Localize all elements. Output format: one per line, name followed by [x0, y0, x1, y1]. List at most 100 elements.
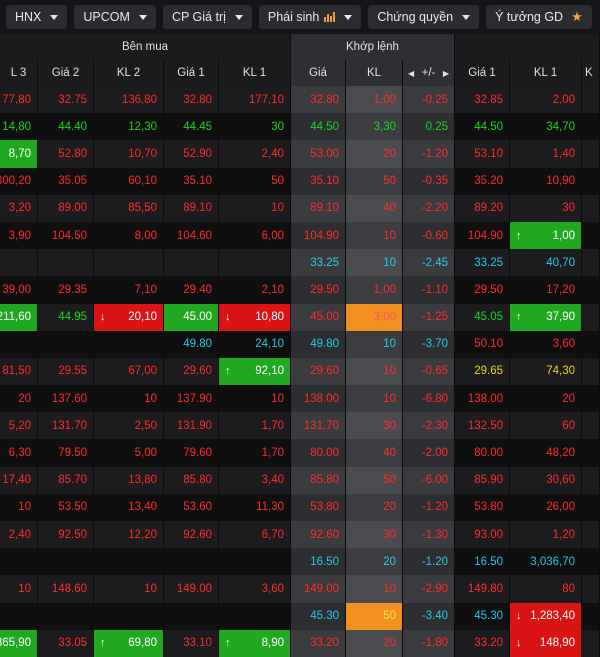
cell-value: 37,90 — [546, 311, 575, 324]
cell-value: 148,90 — [539, 637, 575, 650]
cell-sell-kl1: 1,20 — [510, 521, 582, 549]
cell-kl1: 30 — [219, 113, 291, 141]
table-row[interactable]: 10 53.50 13,40 53.60 11,30 53.80 20 -1.20 53.80 2… — [0, 493, 600, 521]
cell-sell-kl1: 3,036,70 — [510, 548, 582, 576]
cell-value: 30 — [383, 528, 396, 541]
cell-sell-gia1: 45.05 — [455, 303, 510, 331]
table-row[interactable]: 45.30 50 -3.40 45.30 ↓ 1,283,40 — [0, 602, 600, 630]
cell-kl3: 14,80 — [0, 113, 38, 141]
cell-value: 49.80 — [310, 338, 339, 351]
cell-value: 48,20 — [546, 447, 575, 460]
col-header-kl3[interactable]: L 3 — [0, 60, 38, 86]
cell-sell-gia1: 33.20 — [455, 629, 510, 657]
cell-gia2: 104.50 — [38, 221, 94, 250]
cell-value: 3,00 — [373, 311, 396, 324]
cell-value: 29.60 — [183, 365, 212, 378]
cell-change: -2.00 — [403, 439, 455, 467]
cell-match-kl: 20 — [346, 629, 403, 657]
col-header-change[interactable]: ◀ +/- ▶ — [403, 60, 455, 86]
cell-sell-kl2 — [582, 521, 600, 549]
col-header-gia1[interactable]: Giá 1 — [164, 60, 219, 86]
tab-y-tuong-gd[interactable]: Ý tưởng GD ★ — [486, 5, 592, 29]
tab-upcom[interactable]: UPCOM — [74, 5, 156, 29]
cell-value: 10 — [144, 392, 157, 405]
cell-gia1: 35.10 — [164, 167, 219, 195]
cell-value: 10,80 — [255, 311, 284, 324]
table-row[interactable]: 365,90 33.05 ↑ 69,80 33.10 ↑ 8,90 33.20 20 -1.80 3… — [0, 629, 600, 657]
cell-value: 69,80 — [128, 637, 157, 650]
table-row[interactable]: 33.25 10 -2.45 33.25 40,70 — [0, 249, 600, 277]
table-row[interactable]: 211,60 44.95 ↓ 20,10 45.00 ↓ 10,80 45.00 3,00 -1.… — [0, 303, 600, 331]
cell-sell-kl2 — [582, 548, 600, 576]
table-row[interactable]: 81,50 29.55 67,00 29.60 ↑ 92,10 29.60 10 -0.65 29… — [0, 357, 600, 386]
cell-change: -1.20 — [403, 548, 455, 576]
cell-value: 16.50 — [474, 555, 503, 568]
col-header-gia2[interactable]: Giá 2 — [38, 60, 94, 86]
col-header-kl1[interactable]: KL 1 — [219, 60, 291, 86]
table-row[interactable]: 6,30 79.50 5,00 79.60 1,70 80.00 40 -2.00 80.00 4… — [0, 439, 600, 467]
cell-value: 3,40 — [261, 474, 284, 487]
cell-value: 137.90 — [176, 392, 212, 405]
cell-gia2: 92.50 — [38, 521, 94, 549]
cell-value: 80.00 — [310, 447, 339, 460]
cell-value: 5,20 — [8, 419, 31, 432]
cell-value: 1,00 — [552, 229, 575, 242]
cell-gia2 — [38, 548, 94, 576]
cell-kl2 — [94, 330, 164, 358]
tab-phai-sinh[interactable]: Phái sinh — [258, 5, 362, 29]
cell-kl2: 12,20 — [94, 521, 164, 549]
cell-sell-kl1: 74,30 — [510, 357, 582, 386]
tab-cp-gia-tri[interactable]: CP Giá trị — [162, 5, 252, 29]
col-header-sell-gia1[interactable]: Giá 1 — [455, 60, 510, 86]
table-row[interactable]: 10 148.60 10 149.00 3,60 149.00 10 -2.90 149.80 8… — [0, 575, 600, 603]
table-row[interactable]: 39,00 29.35 7,10 29.40 2,10 29.50 1,00 -1.10 29.… — [0, 276, 600, 304]
cell-sell-kl1: ↑ 37,90 — [510, 303, 582, 331]
cell-kl1 — [219, 548, 291, 576]
col-header-kl2[interactable]: KL 2 — [94, 60, 164, 86]
cell-gia1: 104.60 — [164, 221, 219, 250]
table-row[interactable]: 3,90 104.50 8,00 104.60 6,00 104.90 10 -0.60 104… — [0, 221, 600, 250]
caret-right-icon[interactable]: ▶ — [443, 69, 449, 78]
cell-value: 45.30 — [310, 610, 339, 623]
cell-kl2: 67,00 — [94, 357, 164, 386]
cell-value: 33.10 — [183, 637, 212, 650]
cell-kl2: ↓ 20,10 — [94, 303, 164, 331]
table-row[interactable]: 8,70 52.80 10,70 52.90 2,40 53.00 20 -1.20 53.10… — [0, 140, 600, 168]
col-header-kl[interactable]: KL — [346, 60, 403, 86]
caret-left-icon[interactable]: ◀ — [408, 69, 414, 78]
table-row[interactable]: 300,20 35.05 60,10 35.10 50 35.10 50 -0.35 35.20… — [0, 167, 600, 195]
table-row[interactable]: 77,80 32.75 136,80 32.80 177,10 32.80 1,00 -0.2… — [0, 86, 600, 114]
cell-match-kl: 10 — [346, 575, 403, 603]
cell-gia1: 52.90 — [164, 140, 219, 168]
col-header-change-label: +/- — [421, 67, 436, 79]
cell-sell-kl2 — [582, 493, 600, 521]
tab-chung-quyen[interactable]: Chứng quyền — [368, 5, 480, 29]
col-header-sell-kl1[interactable]: KL 1 — [510, 60, 582, 86]
cell-value: 40 — [383, 202, 396, 215]
table-row[interactable]: 14,80 44.40 12,30 44.45 30 44.50 3,30 0.25 44.50… — [0, 113, 600, 141]
cell-sell-kl1: 26,00 — [510, 493, 582, 521]
table-row[interactable]: 49.80 24,10 49.80 10 -3.70 50.10 3,60 — [0, 330, 600, 358]
tab-hnx[interactable]: HNX — [6, 5, 68, 29]
cell-value: 50 — [271, 175, 284, 188]
cell-value: -6.00 — [421, 474, 448, 487]
cell-gia1: 79.60 — [164, 439, 219, 467]
cell-value: -0.65 — [421, 365, 448, 378]
cell-sell-kl2 — [582, 303, 600, 331]
table-row[interactable]: 3,20 89.00 85,50 89.10 10 89.10 40 -2.20 89.20 30 — [0, 194, 600, 222]
cell-kl2 — [94, 602, 164, 630]
cell-sell-gia1: 44.50 — [455, 113, 510, 141]
table-row[interactable]: 20 137.60 10 137.90 10 138.00 10 -6.80 138.00 20 — [0, 385, 600, 413]
cell-kl1: 3,60 — [219, 575, 291, 603]
cell-gia2: 29.35 — [38, 276, 94, 304]
col-header-gia[interactable]: Giá — [291, 60, 346, 86]
table-row[interactable]: 2,40 92.50 12,20 92.60 6,70 92.60 30 -1.30 93.00… — [0, 521, 600, 549]
table-row[interactable]: 5,20 131.70 2,50 131.90 1,70 131.70 30 -2.30 132… — [0, 412, 600, 440]
tab-label: Chứng quyền — [377, 10, 454, 24]
cell-value: 33.25 — [310, 256, 339, 269]
table-row[interactable]: 17,40 85.70 13,80 85.80 3,40 85.80 50 -6.00 85.9… — [0, 466, 600, 494]
table-row[interactable]: 16.50 20 -1.20 16.50 3,036,70 — [0, 548, 600, 576]
cell-value: -1.10 — [421, 283, 448, 296]
cell-value: -2.30 — [421, 419, 448, 432]
cell-value: 10,70 — [128, 147, 157, 160]
